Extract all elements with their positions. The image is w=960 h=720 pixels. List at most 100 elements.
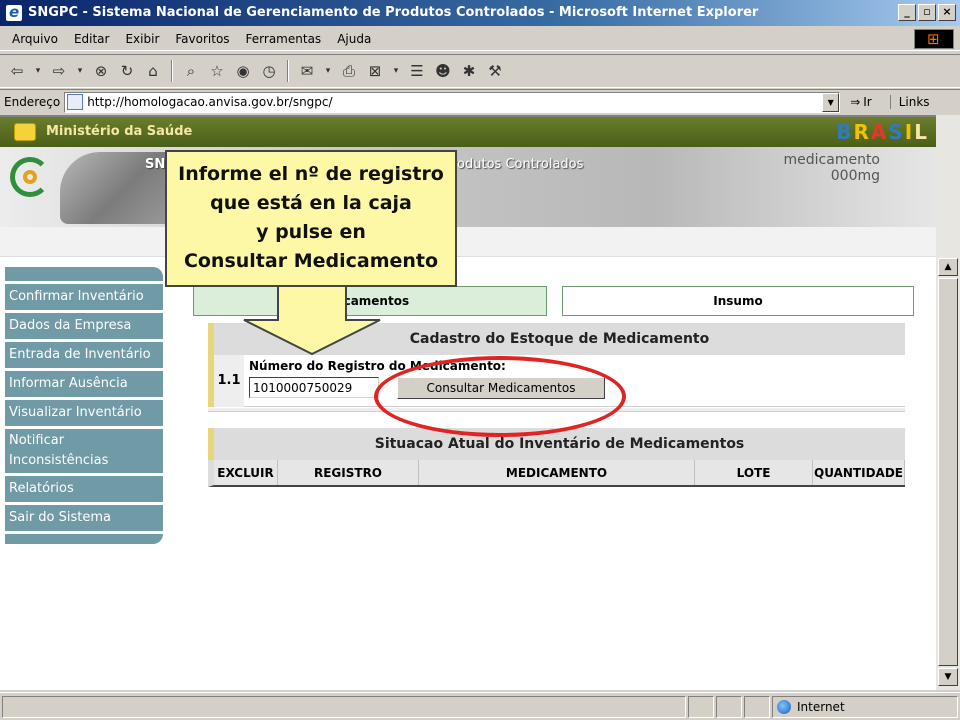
messenger-icon[interactable]: ☻ xyxy=(432,60,454,82)
research-icon[interactable]: ✱ xyxy=(458,60,480,82)
stop-icon[interactable]: ⊗ xyxy=(90,60,112,82)
sidebar-item-dados-empresa[interactable]: Dados da Empresa xyxy=(5,313,163,339)
callout-line-2: que está en la caja xyxy=(210,192,412,214)
status-cell xyxy=(744,695,770,718)
tools-icon[interactable]: ⚒ xyxy=(484,60,506,82)
links-button[interactable]: Links xyxy=(889,95,930,109)
ie-window: SNGPC - Sistema Nacional de Gerenciament… xyxy=(0,0,960,720)
highlight-ellipse xyxy=(374,356,626,437)
scroll-up-icon[interactable]: ▲ xyxy=(938,258,958,276)
anvisa-logo-icon xyxy=(10,157,50,197)
address-dropdown-icon[interactable]: ▼ xyxy=(822,92,840,112)
registro-input[interactable] xyxy=(249,377,379,398)
brasil-letter: L xyxy=(914,120,928,144)
forward-dropdown-icon[interactable]: ▾ xyxy=(74,60,86,82)
address-label: Endereço xyxy=(4,95,61,109)
status-bar: Internet xyxy=(0,692,960,720)
callout-line-4: Consultar Medicamento xyxy=(183,250,439,272)
banner-product: medicamento 000mg xyxy=(783,152,880,184)
back-icon[interactable]: ⇦ xyxy=(6,60,28,82)
sidebar-item-sair[interactable]: Sair do Sistema xyxy=(5,505,163,531)
scroll-down-icon[interactable]: ▼ xyxy=(938,668,958,686)
mail-dropdown-icon[interactable]: ▾ xyxy=(322,60,334,82)
favorites-icon[interactable]: ☆ xyxy=(206,60,228,82)
scroll-thumb[interactable] xyxy=(938,278,958,666)
sidebar-top xyxy=(5,267,163,281)
home-icon[interactable]: ⌂ xyxy=(142,60,164,82)
go-arrow-icon: ⇒ xyxy=(850,95,861,109)
row-number: 1.1 xyxy=(208,355,244,407)
ministry-name: Ministério da Saúde xyxy=(46,124,193,139)
menu-favoritos[interactable]: Favoritos xyxy=(167,32,237,46)
address-url[interactable]: http://homologacao.anvisa.gov.br/sngpc/ xyxy=(87,95,332,109)
menu-arquivo[interactable]: Arquivo xyxy=(4,32,66,46)
callout-line-3: y pulse en xyxy=(256,221,366,243)
edit-dropdown-icon[interactable]: ▾ xyxy=(390,60,402,82)
site-banner: SN rodutos Controlados medicamento 000mg xyxy=(0,147,936,227)
section-situacao-header: Situacao Atual do Inventário de Medicame… xyxy=(208,428,905,460)
mail-icon[interactable]: ✉ xyxy=(296,60,318,82)
go-label: Ir xyxy=(863,95,872,109)
callout-line-1: Informe el nº de registro xyxy=(178,163,444,185)
back-dropdown-icon[interactable]: ▾ xyxy=(32,60,44,82)
menu-editar[interactable]: Editar xyxy=(66,32,118,46)
tab-insumo-label: Insumo xyxy=(713,294,763,308)
brasil-letter: I xyxy=(904,120,914,144)
forward-icon[interactable]: ⇨ xyxy=(48,60,70,82)
toolbar-separator xyxy=(171,60,173,82)
toolbar-separator xyxy=(287,60,289,82)
refresh-icon[interactable]: ↻ xyxy=(116,60,138,82)
banner-spacer xyxy=(0,227,936,257)
callout-arrow xyxy=(243,284,381,356)
status-cell xyxy=(716,695,742,718)
discuss-icon[interactable]: ☰ xyxy=(406,60,428,82)
menu-bar: Arquivo Editar Exibir Favoritos Ferramen… xyxy=(0,27,960,51)
brasil-letter: S xyxy=(888,120,904,144)
edit-icon[interactable]: ⊠ xyxy=(364,60,386,82)
search-icon[interactable]: ⌕ xyxy=(180,60,202,82)
menu-exibir[interactable]: Exibir xyxy=(117,32,167,46)
col-medicamento: MEDICAMENTO xyxy=(419,460,695,485)
ministry-crest-icon xyxy=(14,123,36,141)
toolbar: ⇦ ▾ ⇨ ▾ ⊗ ↻ ⌂ ⌕ ☆ ◉ ◷ ✉ ▾ ⎙ ⊠ ▾ ☰ ☻ ✱ ⚒ xyxy=(0,54,960,88)
vertical-scrollbar[interactable]: ▲ ▼ xyxy=(936,115,960,690)
sidebar-item-confirmar-inventario[interactable]: Confirmar Inventário xyxy=(5,284,163,310)
ministry-bar: Ministério da Saúde B R A S I L xyxy=(0,117,936,147)
col-quantidade: QUANTIDADE xyxy=(813,460,905,485)
sidebar-item-relatorios[interactable]: Relatórios xyxy=(5,476,163,502)
address-bar: Endereço http://homologacao.anvisa.gov.b… xyxy=(0,89,960,114)
instruction-callout: Informe el nº de registro que está en la… xyxy=(165,150,457,287)
globe-icon xyxy=(777,699,791,714)
status-cell xyxy=(688,695,714,718)
zone-label: Internet xyxy=(797,699,845,714)
media-icon[interactable]: ◉ xyxy=(232,60,254,82)
col-registro: REGISTRO xyxy=(278,460,419,485)
sidebar-bottom xyxy=(5,534,163,544)
sidebar: Confirmar Inventário Dados da Empresa En… xyxy=(5,267,163,544)
address-input[interactable]: http://homologacao.anvisa.gov.br/sngpc/ … xyxy=(64,91,841,113)
close-button[interactable]: × xyxy=(938,4,956,21)
sidebar-item-entrada-inventario[interactable]: Entrada de Inventário xyxy=(5,342,163,368)
maximize-button[interactable]: ▫ xyxy=(918,4,936,21)
brasil-letter: B xyxy=(836,120,853,144)
history-icon[interactable]: ◷ xyxy=(258,60,280,82)
brasil-letter: A xyxy=(870,120,888,144)
sidebar-item-informar-ausencia[interactable]: Informar Ausência xyxy=(5,371,163,397)
inventory-table-header: EXCLUIR REGISTRO MEDICAMENTO LOTE QUANTI… xyxy=(208,460,905,487)
menu-ferramentas[interactable]: Ferramentas xyxy=(238,32,330,46)
security-zone: Internet xyxy=(772,695,958,718)
tab-insumo[interactable]: Insumo xyxy=(562,286,914,316)
status-text-area xyxy=(2,695,686,718)
banner-title: rodutos Controlados xyxy=(452,157,584,172)
sidebar-item-visualizar-inventario[interactable]: Visualizar Inventário xyxy=(5,400,163,426)
menu-ajuda[interactable]: Ajuda xyxy=(329,32,379,46)
print-icon[interactable]: ⎙ xyxy=(338,60,360,82)
sidebar-item-notificar-inconsistencias[interactable]: Notificar Inconsistências xyxy=(5,429,163,473)
brasil-logo: B R A S I L xyxy=(836,120,928,144)
ie-app-icon xyxy=(6,0,22,25)
minimize-button[interactable]: _ xyxy=(898,4,916,21)
page-icon xyxy=(67,94,84,110)
window-controls: _ ▫ × xyxy=(898,4,956,21)
windows-logo-icon xyxy=(914,29,954,49)
go-button[interactable]: ⇒ Ir xyxy=(850,95,872,109)
